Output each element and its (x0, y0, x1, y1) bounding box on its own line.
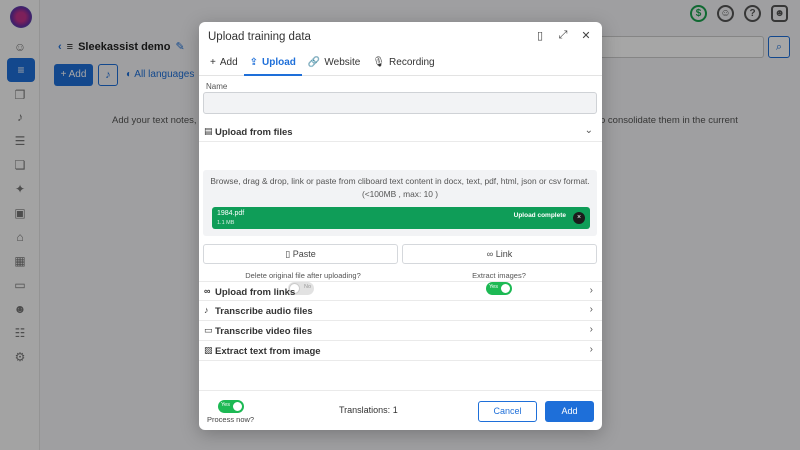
upload-limit: (<100MB , max: 10 ) (361, 189, 439, 199)
tab-recording[interactable]: 🎙 Recording (366, 54, 440, 76)
upload-from-links-header[interactable]: ∞ Upload from links › (199, 281, 602, 301)
chevron-right-icon[interactable]: › (590, 304, 593, 315)
extract-text-image-header[interactable]: ▨ Extract text from image › (199, 341, 602, 361)
panel-icon[interactable]: ▯ (533, 29, 547, 42)
chevron-right-icon[interactable]: › (590, 285, 593, 296)
video-icon: ▭ (204, 325, 213, 335)
close-icon[interactable]: ✕ (579, 29, 593, 42)
tab-upload[interactable]: ⇪ Upload (243, 54, 302, 76)
chevron-right-icon[interactable]: › (590, 324, 593, 335)
image-icon: ▨ (204, 345, 213, 355)
transcribe-audio-header[interactable]: ♪ Transcribe audio files › (199, 301, 602, 321)
microphone-icon: 🎙 (372, 57, 386, 68)
upload-dropzone[interactable]: Browse, drag & drop, link or paste from … (203, 170, 597, 236)
paste-button[interactable]: ▯ Paste (203, 244, 398, 264)
modal-title: Upload training data (208, 31, 311, 43)
remove-file-icon[interactable]: × (573, 212, 585, 224)
plus-icon: + (210, 57, 216, 68)
link-icon: 🔗 (307, 57, 321, 68)
add-button[interactable]: Add (545, 401, 594, 422)
upload-status: Upload complete (513, 212, 566, 219)
transcribe-video-header[interactable]: ▭ Transcribe video files › (199, 321, 602, 341)
chevron-right-icon[interactable]: › (590, 344, 593, 355)
process-now-label: Process now? (207, 415, 255, 424)
extract-images-label: Extract images? (472, 271, 526, 280)
cancel-button[interactable]: Cancel (478, 401, 537, 422)
toggle-knob (232, 401, 243, 412)
link-expand-icon[interactable]: ⤢ (556, 29, 570, 42)
file-name: 1984.pdf (217, 210, 245, 217)
upload-modal: Upload training data ▯ ⤢ ✕ + Add ⇪ Upload … (199, 22, 602, 430)
chevron-down-icon[interactable]: ⌄ (585, 125, 593, 136)
delete-original-label: Delete original file after uploading? (245, 271, 361, 280)
modal-header: Upload training data ▯ ⤢ ✕ (199, 22, 602, 52)
upload-icon: ⇪ (249, 57, 259, 68)
name-label: Name (206, 82, 228, 91)
file-icon: ▤ (204, 126, 213, 136)
uploaded-file-item: 1984.pdf 1.1 MB Upload complete × (212, 207, 590, 229)
tab-add[interactable]: + Add (204, 54, 244, 76)
translations-count: Translations: 1 (339, 405, 398, 415)
upload-hint: Browse, drag & drop, link or paste from … (210, 176, 590, 186)
microphone-icon: ♪ (204, 305, 209, 315)
link-icon: ∞ (204, 286, 211, 296)
upload-from-files-header[interactable]: ▤ Upload from files ⌄ (199, 122, 602, 142)
link-button[interactable]: ∞ Link (402, 244, 597, 264)
modal-footer: Yes Process now? Translations: 1 Cancel … (199, 390, 602, 430)
name-input[interactable] (203, 92, 597, 114)
tab-website[interactable]: 🔗 Website (302, 54, 366, 76)
file-size: 1.1 MB (217, 220, 235, 226)
process-now-toggle[interactable]: Yes (218, 400, 244, 413)
clipboard-icon: ▯ (285, 249, 291, 259)
tab-bar: + Add ⇪ Upload 🔗 Website 🎙 Recording (199, 54, 602, 76)
link-icon: ∞ (486, 249, 494, 259)
